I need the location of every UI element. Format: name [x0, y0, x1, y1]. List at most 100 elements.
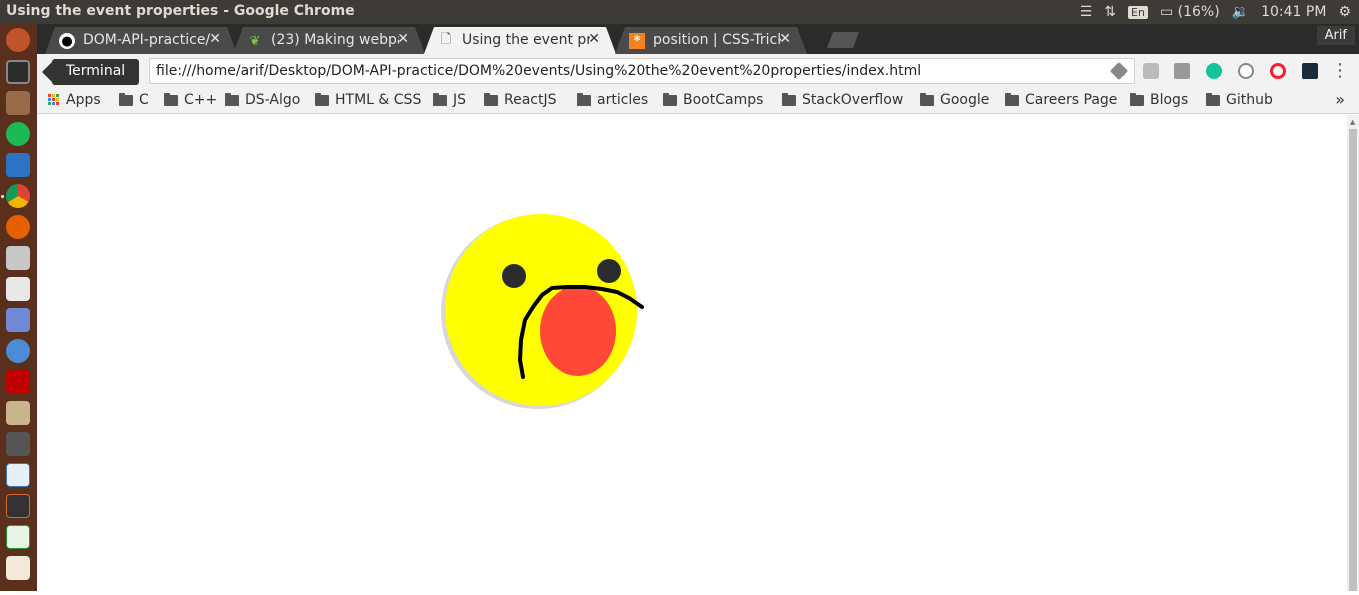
- close-tab-icon[interactable]: ✕: [588, 31, 600, 47]
- pocket-extension-icon[interactable]: [1143, 63, 1159, 79]
- ubuntu-dash-icon[interactable]: [6, 28, 30, 52]
- battery-icon: ▭: [1159, 4, 1174, 20]
- folder-icon: [782, 92, 796, 106]
- bookmark-folder-careers-page[interactable]: Careers Page: [1005, 92, 1117, 108]
- bookmark-folder-articles[interactable]: articles: [577, 92, 648, 108]
- new-tab-button[interactable]: [827, 32, 859, 48]
- bookmark-label: DS-Algo: [245, 92, 301, 108]
- network-icon[interactable]: ⇅: [1104, 4, 1116, 20]
- bookmark-folder-c[interactable]: C: [119, 92, 149, 108]
- messaging-menu-icon[interactable]: ☰: [1080, 4, 1093, 20]
- volume-icon[interactable]: 🔉: [1232, 4, 1249, 20]
- folder-icon: [484, 92, 498, 106]
- bookmark-folder-bootcamps[interactable]: BootCamps: [663, 92, 763, 108]
- bookmark-apps[interactable]: Apps: [48, 92, 101, 108]
- chrome-menu-icon[interactable]: ⋮: [1331, 60, 1349, 81]
- address-bar-url[interactable]: file:///home/arif/Desktop/DOM-API-practi…: [156, 63, 921, 79]
- opera-extension-icon[interactable]: [1270, 63, 1286, 79]
- document-icon: 🗋: [440, 32, 452, 47]
- folder-icon: [1130, 92, 1144, 106]
- leaf-icon: ❦: [249, 33, 261, 49]
- page-content: [37, 115, 1347, 591]
- bookmark-label: Google: [940, 92, 990, 108]
- spotify-icon[interactable]: [6, 122, 30, 146]
- off-extension-icon[interactable]: [1174, 63, 1190, 79]
- terminal-icon[interactable]: [6, 60, 30, 84]
- bookmarks-overflow-button[interactable]: »: [1335, 90, 1345, 109]
- settings-gear-icon[interactable]: ⚙: [1338, 4, 1351, 20]
- folder-icon: [1005, 92, 1019, 106]
- grammarly-extension-icon[interactable]: [1206, 63, 1222, 79]
- bookmark-folder-reactjs[interactable]: ReactJS: [484, 92, 557, 108]
- tab-label: DOM-API-practice/I: [83, 32, 211, 48]
- bookmark-label: Careers Page: [1025, 92, 1118, 108]
- folder-icon: [433, 92, 447, 106]
- impress-icon[interactable]: [6, 494, 30, 518]
- tab-css-tricks[interactable]: * position | CSS-Trick ✕: [615, 27, 807, 54]
- chrome-icon[interactable]: [6, 184, 30, 208]
- folder-icon: [577, 92, 591, 106]
- close-tab-icon[interactable]: ✕: [397, 31, 409, 47]
- tab-label: Using the event pro: [462, 32, 590, 48]
- close-tab-icon[interactable]: ✕: [779, 31, 791, 47]
- running-indicator: [1, 195, 4, 198]
- bookmark-folder-html-css[interactable]: HTML & CSS: [315, 92, 421, 108]
- close-tab-icon[interactable]: ✕: [209, 31, 221, 47]
- profile-button[interactable]: Arif: [1316, 26, 1355, 45]
- u-extension-icon[interactable]: [1302, 63, 1318, 79]
- firefox-icon[interactable]: [6, 215, 30, 239]
- left-eye: [502, 264, 526, 288]
- tab-youtube[interactable]: ❦ (23) Making webpa ✕: [233, 27, 425, 54]
- bookmark-folder-google[interactable]: Google: [920, 92, 989, 108]
- video-icon[interactable]: [6, 432, 30, 456]
- window-title: Using the event properties - Google Chro…: [6, 3, 355, 19]
- bookmark-folder-stackoverflow[interactable]: StackOverflow: [782, 92, 903, 108]
- bookmark-label: BootCamps: [683, 92, 764, 108]
- csstricks-icon: *: [629, 33, 645, 49]
- files-icon[interactable]: [6, 91, 30, 115]
- bookmark-label: HTML & CSS: [335, 92, 422, 108]
- tab-github[interactable]: ● DOM-API-practice/I ✕: [45, 27, 237, 54]
- bookmark-label: StackOverflow: [802, 92, 904, 108]
- bookmark-folder-cpp[interactable]: C++: [164, 92, 217, 108]
- scroll-up-arrow-icon[interactable]: ▲: [1350, 118, 1355, 126]
- filezilla-icon[interactable]: [6, 370, 30, 394]
- folder-icon: [920, 92, 934, 106]
- java-icon[interactable]: [6, 277, 30, 301]
- discord-icon[interactable]: [6, 308, 30, 332]
- github-icon: ●: [59, 33, 75, 49]
- clock[interactable]: 10:41 PM: [1261, 4, 1326, 20]
- bookmark-label: Blogs: [1150, 92, 1189, 108]
- tab-strip: ● DOM-API-practice/I ✕ ❦ (23) Making web…: [37, 24, 1359, 54]
- chromium-icon[interactable]: [6, 339, 30, 363]
- smiley-canvas: [441, 214, 644, 409]
- system-top-bar: Using the event properties - Google Chro…: [0, 0, 1359, 24]
- image-viewer-icon[interactable]: [6, 401, 30, 425]
- unity-launcher: [0, 24, 37, 591]
- writer-icon[interactable]: [6, 463, 30, 487]
- document-icon[interactable]: [6, 556, 30, 580]
- bookmark-label: ReactJS: [504, 92, 557, 108]
- system-tray: ☰ ⇅ En ▭ (16%) 🔉 10:41 PM ⚙: [1080, 0, 1351, 24]
- address-bar[interactable]: file:///home/arif/Desktop/DOM-API-practi…: [149, 58, 1135, 84]
- battery-indicator[interactable]: ▭ (16%): [1160, 4, 1220, 20]
- camera-icon[interactable]: [6, 246, 30, 270]
- bookmark-folder-github[interactable]: Github: [1206, 92, 1273, 108]
- at-extension-icon[interactable]: [1238, 63, 1254, 79]
- vscode-icon[interactable]: [6, 153, 30, 177]
- right-eye: [597, 259, 621, 283]
- bookmark-folder-ds-algo[interactable]: DS-Algo: [225, 92, 300, 108]
- keyboard-language[interactable]: En: [1128, 5, 1148, 19]
- tab-event-properties[interactable]: 🗋 Using the event pro ✕: [424, 27, 616, 54]
- calc-icon[interactable]: [6, 525, 30, 549]
- bookmark-folder-blogs[interactable]: Blogs: [1130, 92, 1188, 108]
- browser-toolbar: file:///home/arif/Desktop/DOM-API-practi…: [37, 54, 1359, 88]
- bookmark-label: JS: [453, 92, 467, 108]
- bookmark-label: C: [139, 92, 149, 108]
- vertical-scrollbar[interactable]: ▲: [1347, 115, 1359, 591]
- tab-label: position | CSS-Trick: [653, 32, 781, 48]
- bookmark-folder-js[interactable]: JS: [433, 92, 466, 108]
- scrollbar-thumb[interactable]: [1349, 129, 1357, 591]
- bookmark-label: articles: [597, 92, 649, 108]
- folder-icon: [663, 92, 677, 106]
